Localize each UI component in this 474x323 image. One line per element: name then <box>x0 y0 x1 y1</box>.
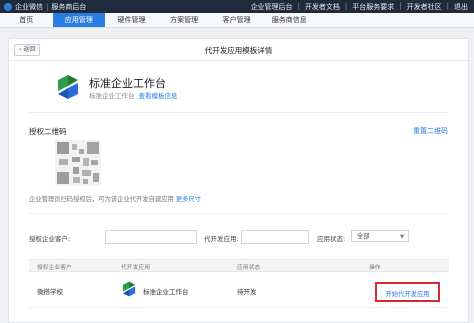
customer-filter-label: 授权企业客户: <box>29 235 71 243</box>
nav-item-hardware[interactable]: 硬件管理 <box>105 13 158 27</box>
app-name: 标准企业工作台 <box>89 77 166 90</box>
top-link-divider: | <box>297 2 300 10</box>
top-link-divider: | <box>399 2 402 10</box>
section-divider <box>29 112 449 113</box>
row-status: 待开发 <box>237 288 257 296</box>
nav-item-solutions[interactable]: 方案管理 <box>158 13 211 27</box>
brand-sub: 服务商后台 <box>51 3 87 11</box>
col-header-app: 代开发应用 <box>121 265 150 271</box>
section-divider <box>29 213 449 214</box>
page-title: 代开发应用模板详情 <box>204 46 273 55</box>
chevron-down-icon: ▼ <box>400 234 404 240</box>
top-link-logout[interactable]: 退出 <box>454 2 468 12</box>
app-logo-icon <box>58 75 78 99</box>
main-nav: 首页 应用管理 硬件管理 方案管理 客户管理 服务商信息 <box>0 13 474 28</box>
top-link-admin[interactable]: 企业管理后台 <box>251 2 293 12</box>
action-highlight-box: 开始代开发应用 <box>375 282 440 302</box>
brand-separator: | <box>46 3 49 11</box>
top-link-requirements[interactable]: 平台服务要求 <box>352 2 394 12</box>
app-filter-label: 代开发应用: <box>204 235 239 243</box>
status-filter-value: 全部 <box>357 233 370 240</box>
nav-item-customers[interactable]: 客户管理 <box>210 13 263 27</box>
col-header-status: 应用状态 <box>237 265 261 271</box>
status-filter-select[interactable]: 全部 ▼ <box>351 230 409 242</box>
start-development-link[interactable]: 开始代开发应用 <box>377 289 438 298</box>
more-sizes-link[interactable]: 更多尺寸 <box>176 196 201 203</box>
row-app-logo-icon <box>122 281 136 297</box>
customer-filter-input[interactable] <box>105 230 197 244</box>
app-filter-input[interactable] <box>241 230 309 244</box>
row-customer: 微搭学校 <box>37 288 63 296</box>
table-row: 微搭学校 标准企业工作台 待开发 开始代开发应用 <box>29 271 449 308</box>
view-template-link[interactable]: 查看模板信息 <box>139 92 178 100</box>
brand-name: 企业微信 <box>15 3 43 11</box>
qr-code-image <box>55 140 101 186</box>
top-bar: 企业微信 | 服务商后台 企业管理后台 | 开发者文档 | 平台服务要求 | 开… <box>0 0 474 13</box>
col-header-action: 操作 <box>369 265 381 271</box>
top-link-docs[interactable]: 开发者文档 <box>305 2 340 12</box>
panel-header: ‹ 返回 代开发应用模板详情 <box>9 39 468 61</box>
nav-item-provider-info[interactable]: 服务商信息 <box>263 13 316 27</box>
nav-item-home[interactable]: 首页 <box>0 13 53 27</box>
detail-panel: ‹ 返回 代开发应用模板详情 标准企业工作台 标准企业工作台 查看模板信息 授权二… <box>8 38 469 323</box>
top-link-divider: | <box>344 2 348 10</box>
brand[interactable]: 企业微信 | 服务商后台 <box>4 2 86 12</box>
filter-bar: 授权企业客户: 代开发应用: 应用状态: 全部 ▼ <box>29 230 449 244</box>
top-links: 企业管理后台 | 开发者文档 | 平台服务要求 | 开发者社区 | 退出 <box>251 2 468 12</box>
col-header-customer: 授权企业客户 <box>37 265 72 271</box>
status-filter-label: 应用状态: <box>317 235 346 243</box>
nav-item-app-management[interactable]: 应用管理 <box>52 13 106 27</box>
qr-description: 企业管理员扫码授权后，可为该企业代开发自建应用 <box>29 196 174 203</box>
qr-section-title: 授权二维码 <box>29 127 67 136</box>
top-link-divider: | <box>446 2 449 10</box>
qr-description-row: 企业管理员扫码授权后，可为该企业代开发自建应用 更多尺寸 <box>29 194 201 203</box>
top-link-community[interactable]: 开发者社区 <box>407 2 442 12</box>
row-app-name: 标准企业工作台 <box>143 288 189 296</box>
wecom-logo-icon <box>4 3 12 11</box>
app-subtitle: 标准企业工作台 <box>89 92 135 100</box>
reset-qr-link[interactable]: 重置二维码 <box>413 126 448 136</box>
app-subtitle-row: 标准企业工作台 查看模板信息 <box>89 90 178 100</box>
